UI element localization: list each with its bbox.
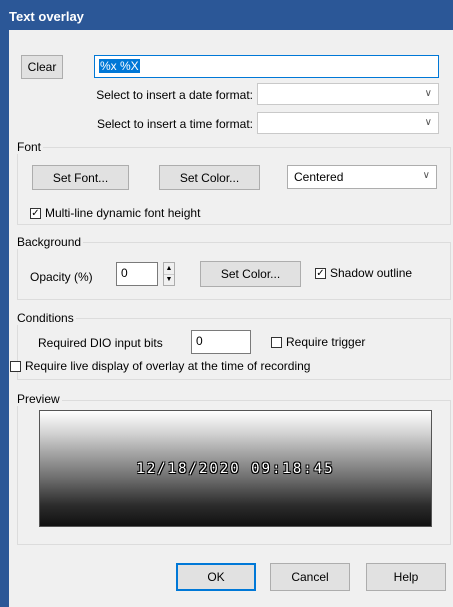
overlay-text-selection: %x %X (99, 59, 140, 73)
shadow-outline-label: Shadow outline (330, 266, 413, 280)
cancel-button[interactable]: Cancel (270, 563, 350, 591)
opacity-label: Opacity (%) (30, 270, 93, 284)
background-group-title: Background (15, 235, 84, 249)
help-button[interactable]: Help (366, 563, 446, 591)
require-live-display-label: Require live display of overlay at the t… (25, 359, 311, 373)
require-trigger-label: Require trigger (286, 335, 366, 349)
require-trigger-checkbox[interactable]: Require trigger (271, 335, 365, 349)
alignment-select[interactable]: Centered ∨ (287, 165, 437, 189)
preview-group-title: Preview (15, 392, 62, 406)
font-group-title: Font (15, 140, 44, 154)
multiline-checkbox[interactable]: ✓ Multi-line dynamic font height (30, 206, 200, 220)
spin-down-icon[interactable]: ▼ (164, 275, 174, 286)
chevron-down-icon: ∨ (424, 117, 432, 128)
preview-timestamp: 12/18/2020 09:18:45 (136, 460, 335, 477)
time-format-select[interactable]: ∨ (257, 112, 439, 134)
checkmark-icon: ✓ (315, 267, 326, 279)
opacity-input[interactable]: 0 (116, 262, 158, 286)
require-live-display-checkbox[interactable]: Require live display of overlay at the t… (10, 359, 310, 373)
dialog-client-area: Clear %x %X Select to insert a date form… (9, 30, 453, 607)
text-overlay-dialog: Text overlay Clear %x %X Select to inser… (0, 0, 453, 607)
preview-image: 12/18/2020 09:18:45 (39, 410, 432, 527)
set-font-button[interactable]: Set Font... (32, 165, 129, 190)
background-set-color-button[interactable]: Set Color... (200, 261, 301, 287)
multiline-label: Multi-line dynamic font height (45, 206, 201, 220)
opacity-spinner[interactable]: ▲ ▼ (163, 262, 175, 286)
dio-bits-label: Required DIO input bits (38, 336, 163, 350)
alignment-value: Centered (294, 170, 344, 184)
checkmark-icon: ✓ (30, 207, 41, 219)
dialog-title: Text overlay (0, 0, 453, 30)
chevron-down-icon: ∨ (424, 88, 432, 99)
spin-up-icon[interactable]: ▲ (164, 263, 174, 275)
shadow-outline-checkbox[interactable]: ✓ Shadow outline (315, 266, 412, 280)
date-format-select[interactable]: ∨ (257, 83, 439, 105)
conditions-group-title: Conditions (15, 311, 76, 325)
dio-bits-input[interactable]: 0 (191, 330, 251, 354)
overlay-text-input[interactable]: %x %X (94, 55, 439, 78)
chevron-down-icon: ∨ (422, 170, 430, 181)
date-format-label: Select to insert a date format: (96, 88, 253, 102)
clear-button[interactable]: Clear (21, 55, 63, 79)
ok-button[interactable]: OK (176, 563, 256, 591)
font-set-color-button[interactable]: Set Color... (159, 165, 260, 190)
time-format-label: Select to insert a time format: (96, 117, 253, 131)
